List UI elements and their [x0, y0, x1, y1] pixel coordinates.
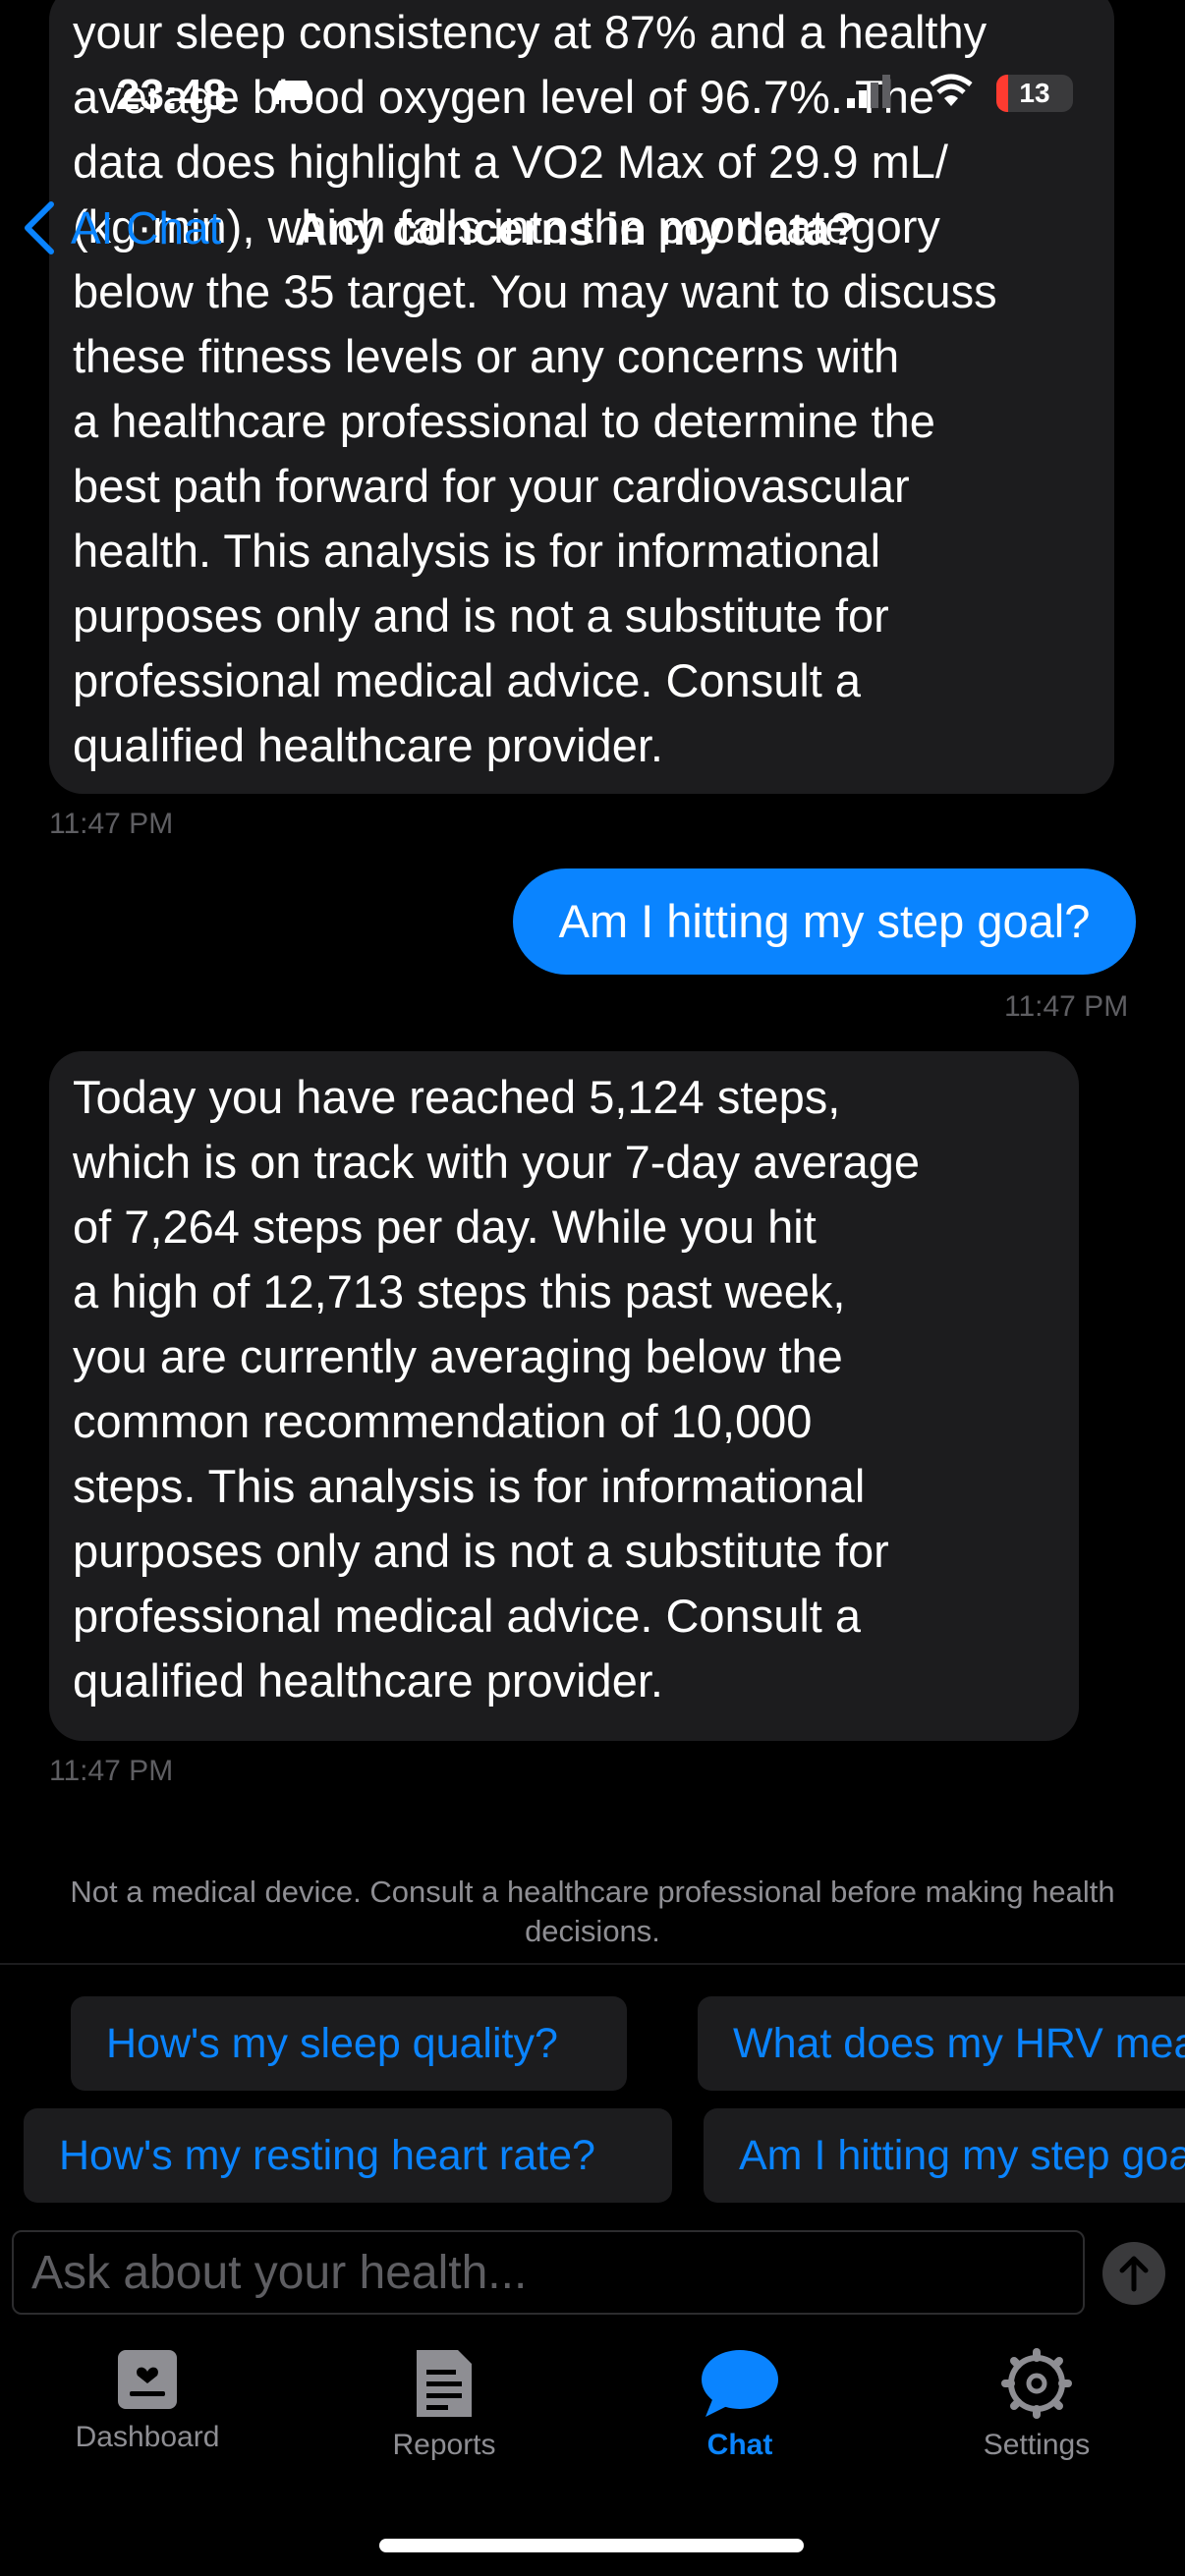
message-timestamp: 11:47 PM [1004, 990, 1129, 1023]
chevron-left-icon [25, 201, 54, 254]
conversation-title: Any concerns in my data? [295, 203, 858, 254]
dashboard-icon [118, 2350, 177, 2409]
message-line: steps. This analysis is for informationa… [73, 1460, 866, 1512]
message-line: professional medical advice. Consult a [73, 1590, 862, 1642]
assistant-message-bubble: Today you have reached 5,124 steps, whic… [49, 1051, 1079, 1741]
message-text: Am I hitting my step goal? [558, 895, 1091, 947]
tab-label: Reports [392, 2429, 496, 2461]
message-line: a high of 12,713 steps this past week, [73, 1265, 846, 1317]
back-button[interactable]: AI Chat [22, 200, 221, 255]
tab-settings[interactable]: Settings [929, 2348, 1145, 2462]
signal-icon [847, 75, 890, 108]
car-icon [273, 81, 312, 104]
suggestion-chip[interactable]: What does my HRV mean? [698, 1996, 1185, 2091]
status-time: 23:48 [116, 71, 227, 119]
suggestion-label: How's my resting heart rate? [59, 2131, 595, 2179]
user-message-bubble: Am I hitting my step goal? [513, 868, 1136, 975]
tab-label: Settings [983, 2429, 1091, 2461]
message-line: a healthcare professional to determine t… [73, 395, 935, 447]
message-line: qualified healthcare provider. [73, 719, 663, 771]
tab-dashboard[interactable]: Dashboard [39, 2348, 255, 2454]
message-line: Today you have reached 5,124 steps, [73, 1071, 841, 1123]
reports-icon [417, 2350, 472, 2417]
suggestion-chip[interactable]: How's my resting heart rate? [24, 2108, 672, 2203]
tab-reports[interactable]: Reports [336, 2348, 552, 2462]
message-line: professional medical advice. Consult a [73, 654, 862, 706]
message-line: qualified healthcare provider. [73, 1654, 663, 1707]
message-input-container [12, 2230, 1085, 2315]
message-line: best path forward for your cardiovascula… [73, 460, 910, 512]
message-line: data does highlight a VO2 Max of 29.9 mL… [73, 136, 948, 188]
send-button[interactable] [1102, 2242, 1165, 2305]
message-timestamp: 11:47 PM [49, 1755, 174, 1787]
battery-indicator: 13 [996, 75, 1073, 112]
message-line: these fitness levels or any concerns wit… [73, 330, 900, 382]
back-label: AI Chat [71, 202, 222, 253]
message-line: which is on track with your 7-day averag… [73, 1136, 921, 1188]
message-line: common recommendation of 10,000 [73, 1395, 813, 1447]
suggestion-label: How's my sleep quality? [106, 2019, 558, 2067]
tab-label: Dashboard [75, 2421, 220, 2453]
message-line: of 7,264 steps per day. While you hit [73, 1201, 817, 1253]
suggestion-chip[interactable]: How's my sleep quality? [71, 1996, 627, 2091]
battery-level: 13 [1019, 78, 1050, 108]
suggestion-chip[interactable]: Am I hitting my step goal? [704, 2108, 1185, 2203]
message-input[interactable] [14, 2232, 1083, 2313]
message-timestamp: 11:47 PM [49, 808, 174, 840]
message-line: purposes only and is not a substitute fo… [73, 1525, 889, 1577]
message-line: health. This analysis is for information… [73, 525, 881, 577]
tab-chat[interactable]: Chat [632, 2348, 848, 2462]
suggestion-label: Am I hitting my step goal? [739, 2131, 1185, 2179]
settings-icon [1001, 2348, 1072, 2419]
message-line: your sleep consistency at 87% and a heal… [73, 6, 988, 58]
arrow-up-icon [1119, 2256, 1149, 2292]
divider [0, 1963, 1185, 1965]
chat-icon [702, 2350, 778, 2417]
medical-disclaimer: Not a medical device. Consult a healthca… [70, 1875, 1115, 1948]
message-line: below the 35 target. You may want to dis… [73, 265, 997, 317]
suggestion-label: What does my HRV mean? [733, 2019, 1185, 2067]
home-indicator [379, 2539, 804, 2552]
message-line: purposes only and is not a substitute fo… [73, 589, 889, 642]
tab-label: Chat [706, 2429, 773, 2461]
message-line: you are currently averaging below the [73, 1330, 843, 1382]
wifi-icon [930, 74, 973, 106]
